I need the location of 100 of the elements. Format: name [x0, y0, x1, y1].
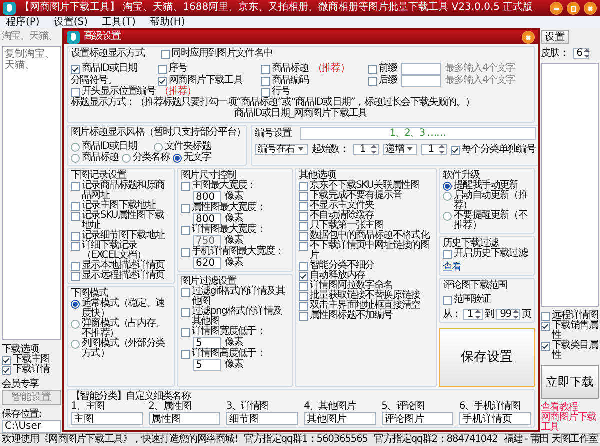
checkbox[interactable]: 过滤gif格式的详情及其他图 [181, 287, 289, 307]
checkbox[interactable]: 不显示主文件夹 [299, 201, 433, 211]
checkbox[interactable]: 商品编码 [261, 76, 309, 86]
save-button[interactable]: 保存设置 [439, 328, 535, 387]
checkbox[interactable]: 开头显示位置编号 [71, 87, 156, 97]
checkbox[interactable]: 后缀 [368, 76, 398, 86]
download-button[interactable]: 立即下载 [541, 365, 599, 399]
maximize-button[interactable] [567, 2, 580, 14]
number-field[interactable]: 5 [193, 337, 221, 349]
url-text-area[interactable]: 复制淘宝、天猫、 [2, 46, 61, 340]
menu-item[interactable]: 设置(S) [54, 16, 88, 28]
checkbox[interactable]: 详情图高度低于： [181, 349, 289, 359]
spin-arrows-icon[interactable] [513, 310, 520, 319]
field-label: 保存位置: [2, 409, 42, 420]
radio-button[interactable] [443, 212, 452, 221]
spin-arrows-icon[interactable] [370, 145, 377, 154]
minimize-button[interactable] [550, 2, 563, 14]
menu-item[interactable]: 程序(P) [6, 16, 40, 28]
checkbox[interactable]: 下载销售属性 [541, 321, 599, 341]
close-button[interactable] [522, 30, 535, 44]
text-field[interactable] [401, 63, 442, 75]
checkbox[interactable]: 只下载第一张主图 [299, 221, 433, 231]
checkbox[interactable]: 不下载详情页中网址链接的图片 [299, 241, 433, 261]
checkbox[interactable]: 详细下载记录（EXCEL文档） [71, 241, 171, 261]
text-field[interactable] [401, 75, 442, 87]
dropdown[interactable]: 编号在右 [255, 144, 308, 155]
checkbox[interactable]: 下载详情 [2, 365, 61, 375]
checkbox[interactable]: 下载主图 [2, 355, 61, 365]
radio-button[interactable] [71, 340, 80, 349]
view-link[interactable]: 查看 [443, 263, 462, 273]
checkbox[interactable]: 智能分类不细分 [299, 261, 433, 271]
checkbox[interactable]: 远程详情图 [541, 311, 599, 321]
save-path-field[interactable]: C:\User [2, 420, 61, 433]
number-field[interactable]: 99 [496, 309, 520, 320]
category-name-field[interactable]: 其他图片 [304, 412, 376, 425]
checkbox[interactable]: 过滤png格式的详情及其他图 [181, 307, 289, 327]
category-name-field[interactable]: 评论图片 [382, 412, 454, 425]
checkbox[interactable]: 记录细节图下载地址 [71, 231, 171, 241]
category-name-field[interactable]: 属性图 [148, 412, 220, 425]
checkbox[interactable]: 网商图片下载工具 [158, 76, 243, 86]
radio-button[interactable] [71, 143, 80, 152]
number-field[interactable]: 1 [352, 144, 379, 155]
category-name-field[interactable]: 手机详情页 [459, 412, 531, 425]
checkbox[interactable]: 双击主界面地址框直接清空 [299, 301, 433, 311]
checkbox[interactable]: 记录主图下载地址 [71, 201, 171, 211]
category-name-field[interactable]: 细节图 [226, 412, 298, 425]
radio-button[interactable] [71, 154, 80, 163]
checkbox[interactable]: 自动释放内存 [299, 271, 433, 281]
checkbox[interactable]: 开启历史下载过滤 [443, 249, 528, 259]
tutorial-link[interactable]: 查看教程 [541, 403, 599, 413]
checkbox[interactable]: 京东不下载SKU关联属性图 [299, 181, 433, 191]
checkbox[interactable]: 商品标题 [261, 64, 309, 74]
radio-button[interactable] [443, 182, 452, 191]
checkbox[interactable]: 属性图最大宽度： [181, 203, 289, 213]
menu-item[interactable]: 帮助(H) [150, 16, 186, 28]
number-field[interactable]: 800 [193, 213, 221, 225]
checkbox[interactable]: 批量获取链接不替换原链接 [299, 291, 433, 301]
checkbox[interactable]: 显示远程描述详情页 [71, 271, 171, 281]
spin-arrows-icon[interactable] [584, 49, 590, 58]
spin-arrows-icon[interactable] [439, 145, 446, 154]
checkbox[interactable]: 不自动清除缓存 [299, 211, 433, 221]
settings-button[interactable]: 设置 [541, 30, 569, 44]
spin-arrows-icon[interactable] [474, 310, 481, 319]
number-field[interactable]: 1 [421, 144, 448, 155]
checkbox[interactable]: 显示本地描述详情页 [71, 261, 171, 271]
checkbox[interactable]: 行号 [261, 87, 290, 97]
checkbox[interactable]: 同时应用到图片文件名中 [160, 48, 273, 58]
checkbox[interactable]: 数据包中的商品标题不格式化 [299, 231, 433, 241]
checkbox[interactable]: 范围验证 [443, 295, 491, 305]
number-field[interactable]: 5 [193, 359, 221, 371]
checkbox[interactable]: 下载完成不要有提示音 [299, 191, 433, 201]
number-field[interactable]: 6 [572, 48, 589, 59]
group-title: 图片标题显示风格（暂时只支持部分平台） [71, 127, 243, 138]
checkbox[interactable]: 属性图标题不加编号 [299, 311, 433, 321]
radio-button[interactable] [154, 143, 163, 152]
checkbox[interactable]: 序号 [158, 64, 188, 74]
qq-group-text: 官方指定qq群2：884741042 [374, 435, 498, 445]
checkbox[interactable]: 详情图宽度低于： [181, 327, 289, 337]
category-name-field[interactable]: 主图 [71, 412, 143, 425]
number-field[interactable]: 620 [193, 257, 221, 269]
checkbox[interactable]: 记录SKU属性图下载地址 [71, 211, 171, 231]
number-field[interactable]: 800 [193, 191, 221, 203]
checkbox[interactable]: 详情图阿拉数字命名 [299, 281, 433, 291]
radio-button[interactable] [71, 300, 80, 309]
dropdown[interactable]: 递增 [382, 144, 418, 155]
radio-button[interactable] [172, 154, 182, 163]
close-button[interactable] [584, 2, 597, 14]
radio-button[interactable] [122, 154, 131, 163]
checkbox[interactable]: 记录商品标题和原商品网址 [71, 181, 171, 201]
number-field[interactable]: 1 [463, 309, 483, 320]
checkbox[interactable]: 商品ID或日期 [71, 64, 138, 74]
brand-link[interactable]: 网商图片下载工具 [541, 413, 599, 433]
checkbox[interactable]: 主图最大宽度： [181, 181, 289, 191]
checkbox[interactable]: 手机详情图最大宽度： [181, 247, 289, 257]
menu-item[interactable]: 工具(T) [102, 16, 136, 28]
radio-button[interactable] [443, 192, 452, 201]
checkbox[interactable]: 前缀 [368, 64, 398, 74]
checkbox[interactable]: 下载类目属性 [541, 341, 599, 361]
radio-button[interactable] [71, 320, 80, 329]
checkbox[interactable]: 每个分类单独编号 [451, 144, 536, 154]
